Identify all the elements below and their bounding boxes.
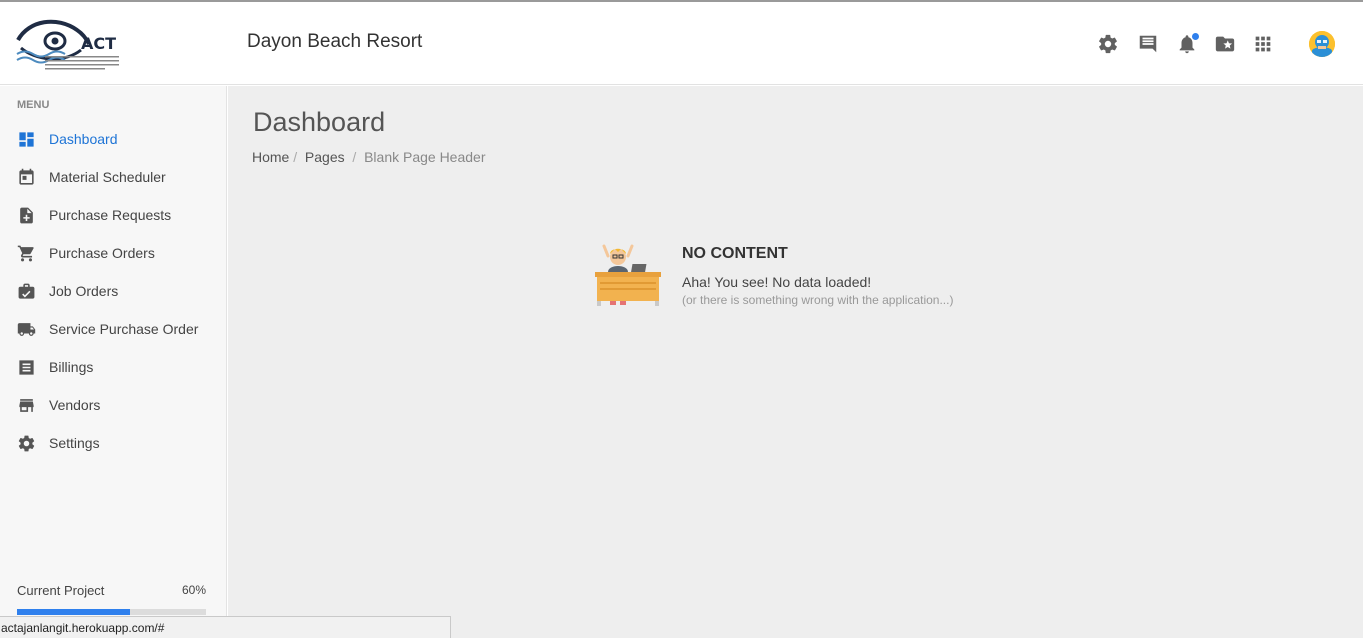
sidebar-item-settings[interactable]: Settings [0,425,226,461]
store-icon [19,399,34,412]
sidebar-item-label: Billings [49,359,94,375]
sidebar-item-label: Vendors [49,397,101,413]
calendar-icon [19,168,34,185]
notification-badge [1192,33,1199,40]
dashboard-icon [19,132,34,147]
sidebar-item-purchase-requests[interactable]: Purchase Requests [0,197,226,233]
sidebar-item-label: Purchase Requests [49,207,172,223]
cart-icon [17,245,34,262]
sidebar-item-job-orders[interactable]: Job Orders [0,273,226,309]
empty-state-message: Aha! You see! No data loaded! [682,274,872,290]
current-project-label: Current Project [17,583,105,598]
sidebar-item-label: Job Orders [49,283,119,299]
breadcrumb: Home / Pages / Blank Page Header [252,149,486,165]
project-title: Dayon Beach Resort [247,31,423,52]
user-avatar[interactable] [1309,31,1335,57]
sidebar-item-label: Material Scheduler [49,169,166,185]
chat-icon[interactable] [1137,33,1159,55]
sidebar-item-label: Settings [49,435,100,451]
sidebar-item-label: Dashboard [49,131,118,147]
sidebar-item-service-purchase-order[interactable]: Service Purchase Order [0,311,226,347]
breadcrumb-current: Blank Page Header [364,149,486,165]
logo-text: ACT [81,34,116,53]
no-content-illustration [595,244,661,306]
main-content: Dashboard Home / Pages / Blank Page Head… [228,86,1363,638]
breadcrumb-separator: / [293,149,298,165]
receipt-icon [19,360,34,375]
sidebar: MENU Dashboard Material Scheduler Purcha… [0,86,227,638]
avatar-illustration-icon [1309,31,1335,57]
company-logo[interactable]: ACT [15,14,121,74]
truck-icon [17,323,36,336]
status-bar-url: actajanlangit.herokuapp.com/# [0,616,451,638]
empty-state-submessage: (or there is something wrong with the ap… [682,293,954,307]
current-project-percent: 60% [182,583,207,597]
sidebar-item-label: Purchase Orders [49,245,155,261]
folder-star-icon[interactable] [1214,33,1236,55]
gear-icon[interactable] [1097,33,1119,55]
progress-fill [17,609,131,615]
breadcrumb-pages[interactable]: Pages [305,149,345,165]
window-right-edge [1363,0,1368,638]
sidebar-item-material-scheduler[interactable]: Material Scheduler [0,159,226,195]
settings-icon [18,435,35,452]
sidebar-item-billings[interactable]: Billings [0,349,226,385]
apps-grid-icon[interactable] [1252,33,1274,55]
sidebar-item-label: Service Purchase Order [49,321,199,337]
empty-state-title: NO CONTENT [682,245,788,262]
file-add-icon [20,207,33,224]
current-project-progress-bar [17,609,206,615]
breadcrumb-home[interactable]: Home [252,149,289,165]
work-bag-icon [18,283,35,299]
menu-header: MENU [17,99,50,111]
sidebar-item-vendors[interactable]: Vendors [0,387,226,423]
top-navbar: ACT Dayon Beach Resort [0,2,1363,85]
sidebar-item-purchase-orders[interactable]: Purchase Orders [0,235,226,271]
page-title: Dashboard [253,107,386,137]
sidebar-item-dashboard[interactable]: Dashboard [0,121,226,157]
breadcrumb-separator: / [352,149,357,165]
